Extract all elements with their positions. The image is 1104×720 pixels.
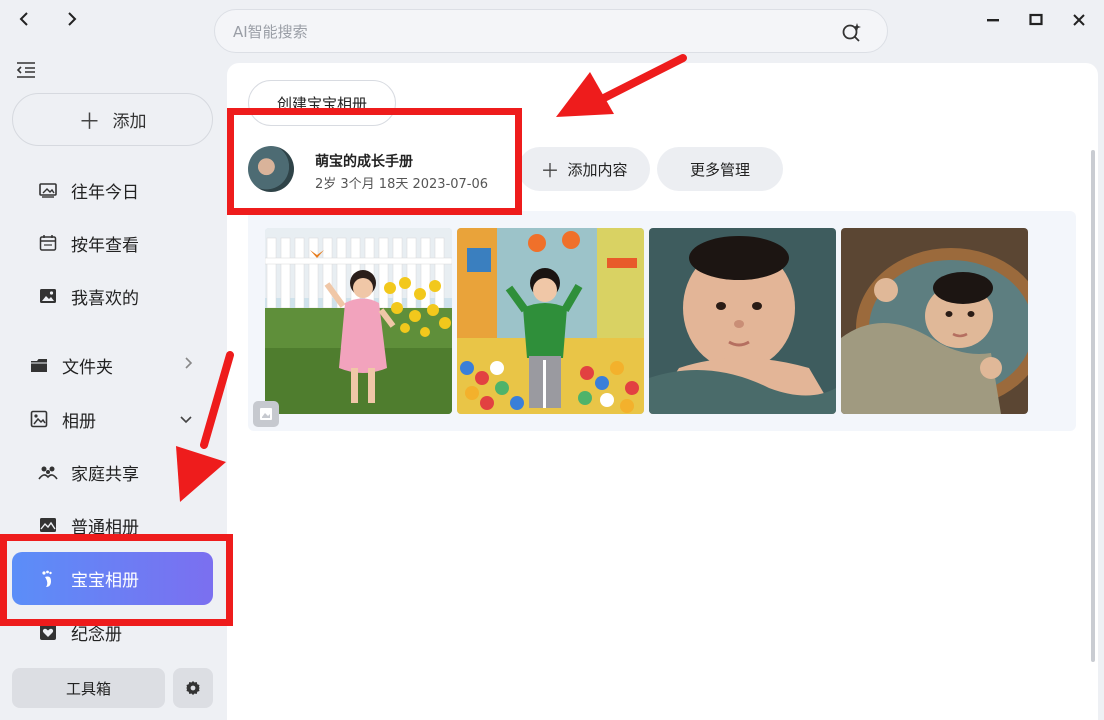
annotation-arrows: [176, 54, 687, 502]
red-arrow-icon: [176, 351, 234, 502]
red-arrow-icon: [556, 54, 687, 117]
